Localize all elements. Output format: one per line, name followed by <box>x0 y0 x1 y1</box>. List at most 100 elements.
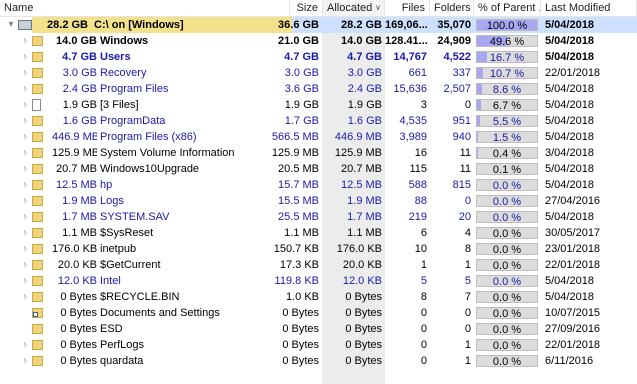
row-files: 4,535 <box>399 115 427 127</box>
table-row[interactable]: › 12.5 MB hp 15.7 MB 12.5 MB 588 815 0.0 % 5/04/… <box>0 177 637 193</box>
expand-arrow-icon[interactable]: › <box>20 161 30 177</box>
folder-icon <box>32 292 43 302</box>
row-size: 566.5 MB <box>271 131 319 143</box>
row-size: 17.3 KB <box>279 259 319 271</box>
row-folders: 20 <box>458 211 471 223</box>
table-row[interactable]: 0 Bytes Documents and Settings 0 Bytes 0 By… <box>0 305 637 321</box>
table-row[interactable]: › 176.0 KB inetpub 150.7 KB 176.0 KB 10 8 0.0 %… <box>0 241 637 257</box>
expand-arrow-icon[interactable]: › <box>20 353 30 369</box>
row-size: 1.1 MB <box>284 227 319 239</box>
expand-arrow-icon[interactable]: › <box>20 209 30 225</box>
row-last-modified: 5/04/2018 <box>545 35 594 47</box>
expand-arrow-icon[interactable]: › <box>20 33 30 49</box>
percent-bar: 0.0 % <box>476 323 538 336</box>
expand-arrow-icon[interactable]: › <box>20 337 30 353</box>
row-last-modified: 3/04/2018 <box>545 147 594 159</box>
table-row[interactable]: › 0 Bytes quardata 0 Bytes 0 Bytes 0 1 0.0 % 6/1… <box>0 353 637 369</box>
collapse-arrow-icon[interactable]: ▾ <box>6 17 16 33</box>
row-allocated: 1.7 MB <box>347 211 382 223</box>
column-header-percent-of-parent[interactable]: % of Parent ... <box>474 0 541 16</box>
expand-arrow-icon[interactable]: › <box>20 49 30 65</box>
row-allocated: 125.9 MB <box>334 147 382 159</box>
row-allocated: 0 Bytes <box>345 339 382 351</box>
percent-bar-text: 0.0 % <box>492 212 522 224</box>
row-files: 115 <box>409 163 427 175</box>
row-size-label: 20.0 KB <box>57 259 97 271</box>
row-allocated: 12.5 MB <box>341 179 382 191</box>
row-files: 661 <box>408 67 427 79</box>
table-row[interactable]: 0 Bytes ESD 0 Bytes 0 Bytes 0 0 0.0 % 27/09/201… <box>0 321 637 337</box>
folder-icon <box>32 132 43 142</box>
expand-arrow-icon[interactable]: › <box>20 193 30 209</box>
folder-icon <box>32 356 43 366</box>
row-size: 119.8 KB <box>274 275 319 287</box>
row-folders: 11 <box>459 147 471 159</box>
row-files: 3,989 <box>399 131 427 143</box>
table-row[interactable]: › 446.9 MB Program Files (x86) 566.5 MB 446.… <box>0 129 637 145</box>
percent-bar: 0.0 % <box>476 307 538 320</box>
row-size-label: 14.0 GB <box>56 35 97 47</box>
expand-arrow-icon[interactable]: › <box>20 81 30 97</box>
row-files: 169,06... <box>385 19 427 31</box>
table-row[interactable]: › 20.7 MB Windows10Upgrade 20.5 MB 20.7 MB 11… <box>0 161 637 177</box>
row-last-modified: 5/04/2018 <box>545 83 594 95</box>
row-files: 6 <box>420 227 427 239</box>
percent-bar: 0.0 % <box>476 243 538 256</box>
percent-bar-text: 10.7 % <box>489 68 525 80</box>
percent-bar-text: 6.7 % <box>492 100 522 112</box>
table-row[interactable]: › 20.0 KB $GetCurrent 17.3 KB 20.0 KB 1 1 0.0 %… <box>0 257 637 273</box>
expand-arrow-icon[interactable]: › <box>20 65 30 81</box>
row-files: 0 <box>420 355 427 367</box>
folder-icon <box>32 244 43 254</box>
percent-bar-text: 0.0 % <box>492 180 522 192</box>
expand-arrow-icon[interactable]: › <box>20 113 30 129</box>
expand-arrow-icon[interactable]: › <box>20 97 30 113</box>
percent-bar-text: 0.0 % <box>492 228 522 240</box>
column-header-allocated[interactable]: Allocated ∨ <box>323 0 385 16</box>
column-header-size[interactable]: Size <box>290 0 323 16</box>
row-allocated: 0 Bytes <box>345 355 382 367</box>
row-size-label: 0 Bytes <box>60 355 97 367</box>
table-row[interactable]: › 0 Bytes $RECYCLE.BIN 1.0 KB 0 Bytes 8 7 0.0 %… <box>0 289 637 305</box>
row-folders: 24,909 <box>437 35 471 47</box>
row-size-label: 0 Bytes <box>60 307 97 319</box>
expand-arrow-icon[interactable]: › <box>20 225 30 241</box>
column-header-last-modified[interactable]: Last Modified <box>541 0 637 16</box>
table-row[interactable]: › 3.0 GB Recovery 3.0 GB 3.0 GB 661 337 10.7 % 2… <box>0 65 637 81</box>
row-size-label: 12.5 MB <box>56 179 97 191</box>
column-header-name[interactable]: Name <box>0 0 290 16</box>
expand-arrow-icon[interactable]: › <box>20 289 30 305</box>
expand-arrow-icon[interactable]: › <box>20 257 30 273</box>
sort-descending-icon: ∨ <box>375 3 381 12</box>
row-allocated: 1.1 MB <box>347 227 382 239</box>
row-files: 8 <box>420 291 427 303</box>
percent-bar-text: 100.0 % <box>486 20 528 32</box>
table-row-selected[interactable]: ▾ 28.2 GB C:\ on [Windows] 36.6 GB 28.2 GB 16… <box>0 17 637 33</box>
expand-arrow-icon[interactable]: › <box>20 273 30 289</box>
expand-arrow-icon[interactable]: › <box>20 177 30 193</box>
row-size: 20.5 MB <box>278 163 319 175</box>
expand-arrow-icon[interactable]: › <box>20 241 30 257</box>
table-row[interactable]: › 1.9 MB Logs 15.5 MB 1.9 MB 88 0 0.0 % 27/04/20… <box>0 193 637 209</box>
column-header-folders[interactable]: Folders <box>430 0 474 16</box>
row-last-modified: 5/04/2018 <box>545 179 594 191</box>
table-row[interactable]: › 1.9 GB [3 Files] 1.9 GB 1.9 GB 3 0 6.7 % 5/04/… <box>0 97 637 113</box>
column-header-bar: Name Size Allocated ∨ Files Folders % of… <box>0 0 637 17</box>
table-row[interactable]: › 2.4 GB Program Files 3.6 GB 2.4 GB 15,636 2,… <box>0 81 637 97</box>
table-row[interactable]: › 1.7 MB SYSTEM.SAV 25.5 MB 1.7 MB 219 20 0.0 %… <box>0 209 637 225</box>
row-allocated: 1.9 GB <box>347 99 382 111</box>
table-row[interactable]: › 125.9 MB System Volume Information 125.9 … <box>0 145 637 161</box>
table-row[interactable]: › 12.0 KB Intel 119.8 KB 12.0 KB 5 5 0.0 % 5/04/… <box>0 273 637 289</box>
table-row[interactable]: › 0 Bytes PerfLogs 0 Bytes 0 Bytes 0 1 0.0 % 22/… <box>0 337 637 353</box>
percent-bar: 0.0 % <box>476 179 538 192</box>
row-files: 10 <box>414 243 427 255</box>
table-row[interactable]: › 1.1 MB $SysReset 1.1 MB 1.1 MB 6 4 0.0 % 30/05… <box>0 225 637 241</box>
table-row[interactable]: › 4.7 GB Users 4.7 GB 4.7 GB 14,767 4,522 16.7 … <box>0 49 637 65</box>
percent-bar-text: 8.6 % <box>492 84 522 96</box>
expand-arrow-icon[interactable]: › <box>20 129 30 145</box>
column-header-files[interactable]: Files <box>385 0 430 16</box>
table-row[interactable]: › 1.6 GB ProgramData 1.7 GB 1.6 GB 4,535 951 5.… <box>0 113 637 129</box>
expand-arrow-icon[interactable]: › <box>20 145 30 161</box>
table-row[interactable]: › 14.0 GB Windows 21.0 GB 14.0 GB 128.41... 24… <box>0 33 637 49</box>
row-files: 0 <box>420 339 427 351</box>
